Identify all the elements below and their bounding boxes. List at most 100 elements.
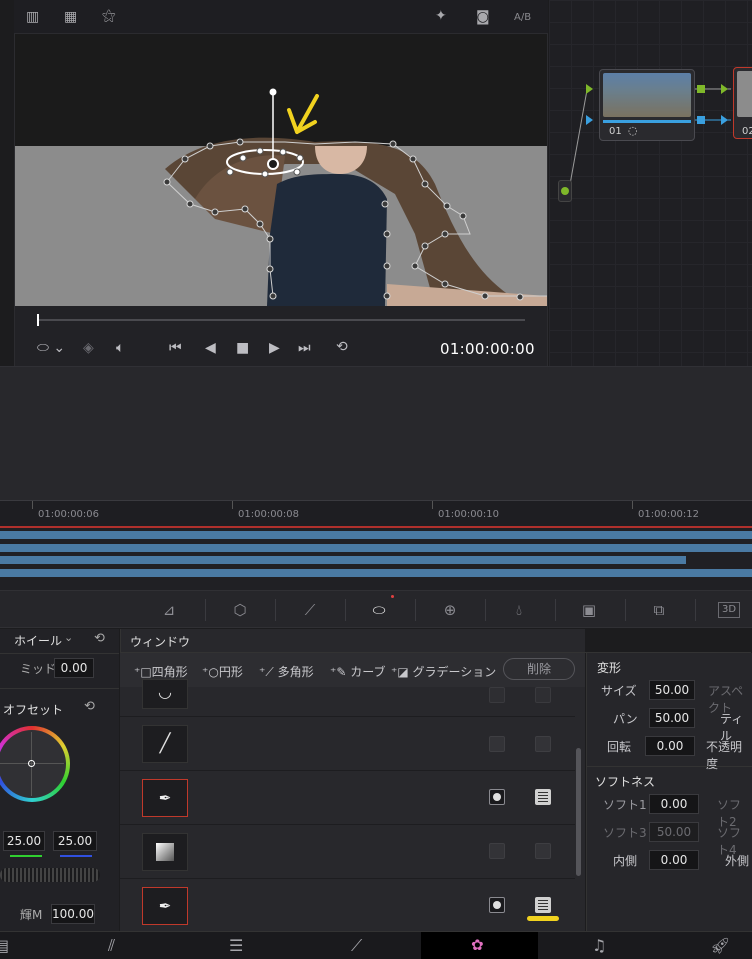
play-icon[interactable]: ▶ bbox=[269, 340, 280, 356]
highlight-sparkle-icon[interactable]: ✦ bbox=[435, 9, 447, 23]
soft3-field[interactable]: 50.00 bbox=[649, 822, 699, 842]
split-view-icon[interactable]: ▥ bbox=[26, 10, 39, 24]
scrubber-track[interactable] bbox=[37, 319, 525, 321]
node-editor[interactable]: 01 ◌ 02 bbox=[549, 0, 752, 366]
mask-toggle-icon[interactable] bbox=[535, 736, 551, 752]
timeline-ruler[interactable]: 01:00:00:06 01:00:00:08 01:00:00:10 01:0… bbox=[0, 500, 752, 526]
mask-toggle-icon[interactable] bbox=[535, 687, 551, 703]
node-01-output-rgb[interactable] bbox=[697, 85, 705, 93]
size-field[interactable]: 50.00 bbox=[649, 680, 695, 700]
invert-toggle-icon[interactable] bbox=[489, 736, 505, 752]
mask-toggle-icon[interactable] bbox=[535, 843, 551, 859]
viewer-canvas[interactable] bbox=[15, 34, 547, 306]
deliver-page-icon[interactable]: 🚀︎ bbox=[710, 936, 730, 955]
mid-value-field[interactable]: 0.00 bbox=[54, 658, 94, 678]
blur-icon[interactable]: 💧︎ bbox=[508, 601, 530, 619]
media-page-icon[interactable]: ▤ bbox=[0, 936, 9, 955]
go-to-end-icon[interactable]: ⏭ bbox=[298, 340, 311, 356]
tracker-icon[interactable]: ⊕ bbox=[439, 601, 461, 619]
loop-icon[interactable]: ⟲ bbox=[336, 339, 348, 355]
window-row-circle[interactable]: ◡ bbox=[120, 679, 575, 717]
curve-tool-button[interactable]: ⁺✎ カーブ bbox=[330, 663, 385, 680]
step-back-icon[interactable]: ◀ bbox=[205, 340, 216, 356]
node-01-output-key[interactable] bbox=[697, 116, 705, 124]
wheels-mode-dropdown[interactable]: ホイール bbox=[14, 632, 62, 649]
edit-page-icon[interactable]: ☰ bbox=[229, 936, 243, 955]
window-tool-icon[interactable]: ⬭ bbox=[368, 601, 390, 619]
timeline-clip[interactable] bbox=[0, 531, 752, 539]
timeline-clip[interactable] bbox=[0, 556, 686, 564]
timeline-clip[interactable] bbox=[0, 569, 752, 577]
layers-icon[interactable]: ◈ bbox=[83, 340, 94, 356]
softness-title: ソフトネス bbox=[595, 775, 656, 789]
window-panel-title: ウィンドウ bbox=[130, 635, 191, 649]
transform-panel: 変形 サイズ 50.00 アスペクト パン 50.00 ティル 回転 0.00 … bbox=[586, 653, 752, 931]
polygon-tool-button[interactable]: ⁺⟋ 多角形 bbox=[259, 663, 314, 680]
node-01-input-rgb[interactable] bbox=[586, 84, 593, 94]
offset-color-wheel[interactable] bbox=[0, 726, 70, 802]
node-02-input-key[interactable] bbox=[721, 115, 728, 125]
rotation-field[interactable]: 0.00 bbox=[645, 736, 695, 756]
invert-toggle-icon[interactable] bbox=[489, 897, 505, 913]
curve-window-button[interactable]: ✒ bbox=[142, 887, 188, 925]
color-page-tab[interactable]: ✿ bbox=[421, 932, 538, 959]
volume-icon[interactable]: 🔈︎ bbox=[116, 340, 124, 356]
node-02-input-rgb[interactable] bbox=[721, 84, 728, 94]
window-list-scrollbar[interactable] bbox=[576, 748, 581, 876]
curve-window-button[interactable]: ✒ bbox=[142, 779, 188, 817]
cut-page-icon[interactable]: ⫽ bbox=[108, 936, 115, 956]
timeline-clip[interactable] bbox=[0, 544, 752, 552]
fairlight-page-icon[interactable]: ♫ bbox=[592, 936, 606, 955]
sizing-icon[interactable]: ⧉ bbox=[648, 601, 670, 619]
pan-field[interactable]: 50.00 bbox=[649, 708, 695, 728]
window-row-curve-2[interactable]: ✒ bbox=[120, 879, 575, 933]
soft1-field[interactable]: 0.00 bbox=[649, 794, 699, 814]
node-input-source[interactable] bbox=[558, 180, 572, 202]
stop-icon[interactable]: ■ bbox=[236, 340, 249, 356]
soft3-label: ソフト3 bbox=[603, 826, 647, 840]
circle-tool-button[interactable]: ⁺○円形 bbox=[202, 663, 243, 680]
gradient-tool-button[interactable]: ⁺◪ グラデーション bbox=[391, 663, 496, 680]
node-01-input-key[interactable] bbox=[586, 115, 593, 125]
invert-toggle-icon[interactable] bbox=[489, 789, 505, 805]
offset-value-field[interactable]: 25.00 bbox=[53, 831, 97, 851]
linear-window-button[interactable]: ╱ bbox=[142, 725, 188, 763]
mask-toggle-icon[interactable] bbox=[535, 789, 551, 805]
mask-toggle-icon[interactable] bbox=[535, 897, 551, 913]
window-row-curve-1[interactable]: ✒ bbox=[120, 771, 575, 825]
offset-value-field[interactable]: 25.00 bbox=[3, 831, 45, 851]
window-row-gradient[interactable] bbox=[120, 825, 575, 879]
reset-all-icon[interactable]: ⟲ bbox=[94, 631, 105, 646]
invert-toggle-icon[interactable] bbox=[489, 843, 505, 859]
offset-reset-icon[interactable]: ⟲ bbox=[84, 699, 95, 714]
delete-window-button[interactable]: 削除 bbox=[503, 658, 575, 680]
fusion-page-icon[interactable]: ⟋ bbox=[351, 936, 362, 956]
gradient-icon: ⁺◪ bbox=[391, 665, 413, 679]
qualifier-eyedropper-icon[interactable]: ⟋ bbox=[299, 601, 321, 619]
playhead[interactable] bbox=[37, 314, 39, 326]
chevron-down-icon[interactable]: ⌄ bbox=[64, 631, 73, 644]
rect-tool-button[interactable]: ⁺□四角形 bbox=[134, 663, 188, 680]
go-to-start-icon[interactable]: ⏮ bbox=[169, 340, 182, 356]
gradient-window-button[interactable] bbox=[142, 833, 188, 871]
inside-field[interactable]: 0.00 bbox=[649, 850, 699, 870]
circle-icon: ◡ bbox=[158, 682, 172, 701]
3d-icon[interactable]: 3D bbox=[718, 602, 740, 618]
gallery-grid-icon[interactable]: ▦ bbox=[64, 10, 77, 24]
lum-value-field[interactable]: 100.00 bbox=[51, 904, 95, 924]
node-02[interactable]: 02 bbox=[733, 67, 752, 139]
window-row-linear[interactable]: ╱ bbox=[120, 717, 575, 771]
offset-master-wheel[interactable] bbox=[0, 868, 100, 882]
mask-view-icon[interactable]: ◙ bbox=[476, 10, 490, 24]
window-select-icon[interactable]: ⬭ ⌄ bbox=[37, 340, 65, 356]
timeline-tracks[interactable] bbox=[0, 526, 752, 590]
node-01[interactable]: 01 ◌ bbox=[599, 69, 695, 141]
magic-wand-icon[interactable]: ⚝ bbox=[102, 9, 116, 23]
ab-compare-button[interactable]: A/B bbox=[514, 12, 531, 23]
curves-icon[interactable]: ⊿ bbox=[158, 601, 180, 619]
color-warper-icon[interactable]: ⬡ bbox=[229, 601, 251, 619]
circle-window-button[interactable]: ◡ bbox=[142, 679, 188, 709]
key-icon[interactable]: ▣ bbox=[578, 601, 600, 619]
color-wheels-panel: ホイール ⌄ ⟲ ミッド 0.00 オフセット ⟲ 25.00 25.00 輝M… bbox=[0, 629, 119, 931]
invert-toggle-icon[interactable] bbox=[489, 687, 505, 703]
